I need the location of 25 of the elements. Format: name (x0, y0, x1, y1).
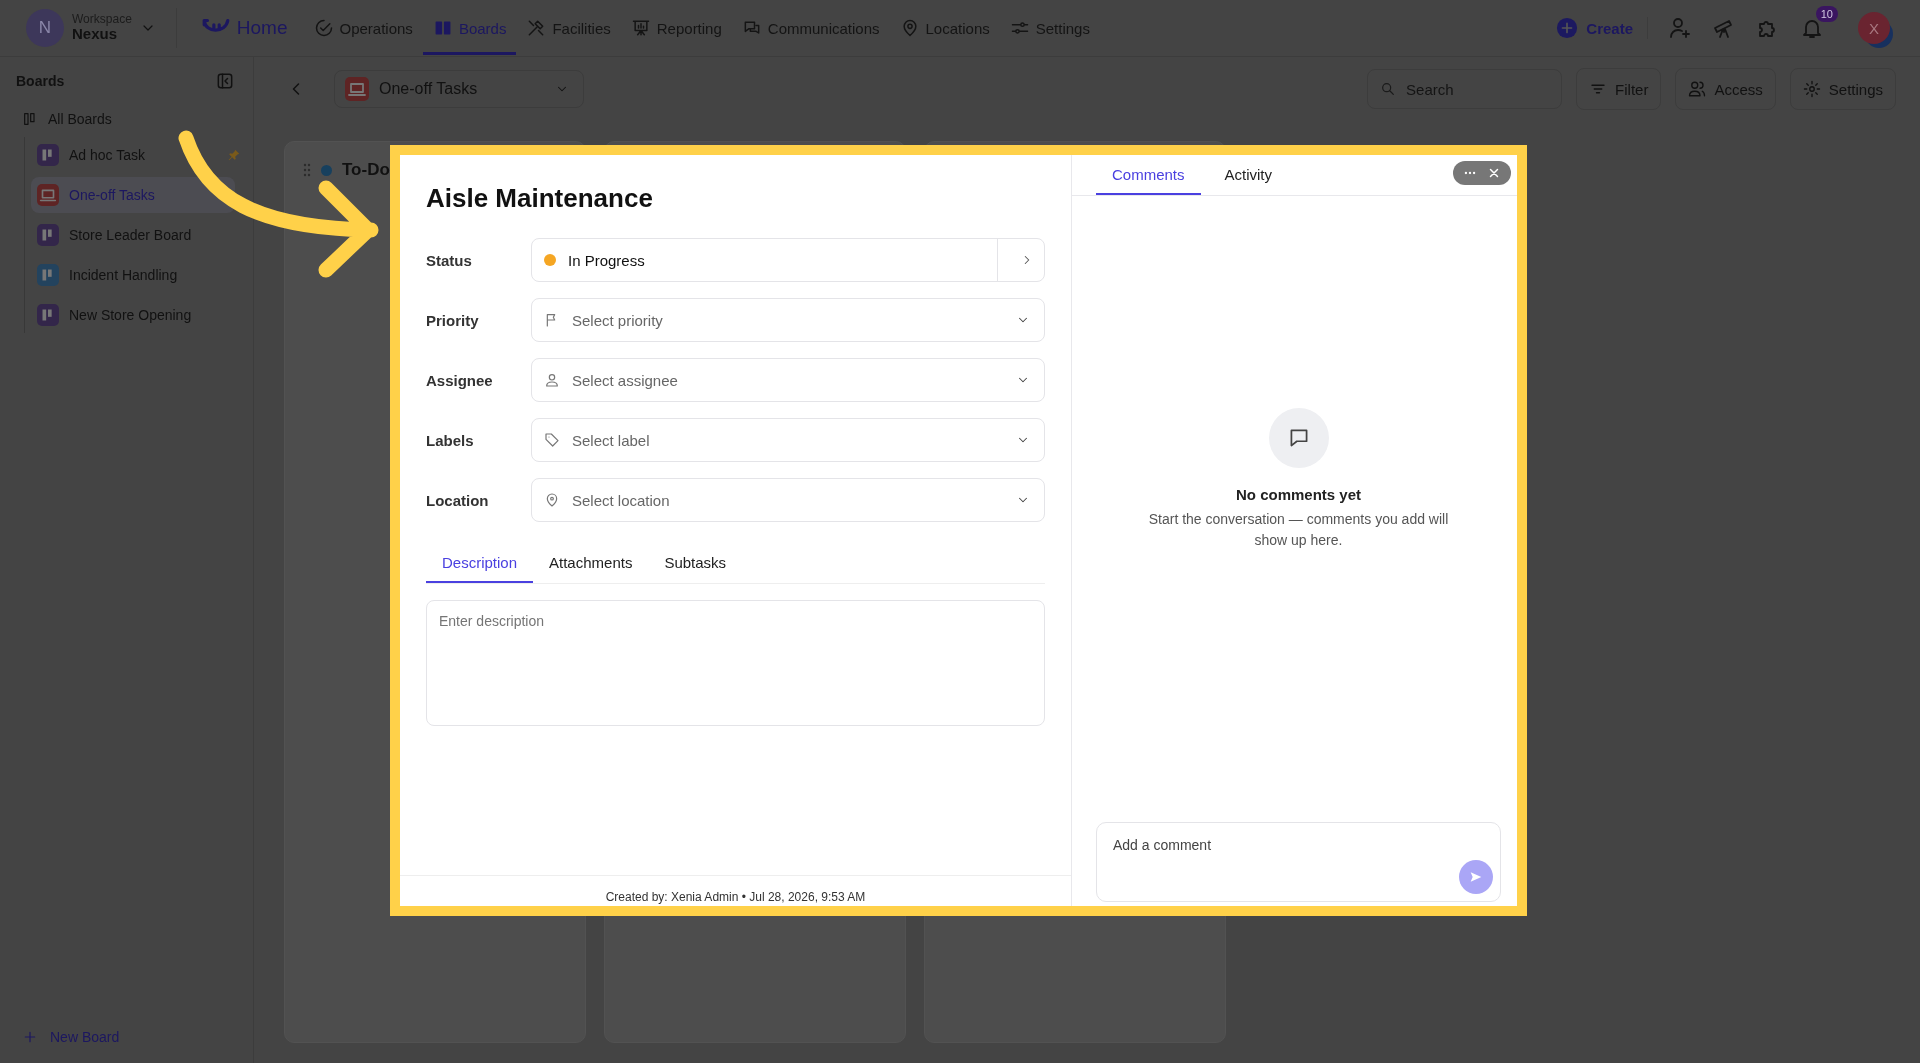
field-label: Assignee (426, 371, 494, 389)
tab[interactable]: Activity (1208, 155, 1289, 195)
select-field[interactable]: Select assignee (531, 358, 1045, 402)
status-select[interactable]: In Progress (531, 238, 1045, 282)
field-label: Priority (426, 311, 480, 329)
column-title: To-Do (342, 160, 390, 180)
select-field[interactable]: Select location (531, 478, 1045, 522)
tab[interactable]: Attachments (533, 544, 649, 583)
tab[interactable]: Comments (1096, 155, 1201, 195)
notification-count: 10 (1815, 6, 1838, 22)
tab[interactable]: Description (426, 544, 534, 583)
select-field[interactable]: Select label (531, 418, 1045, 462)
select-field[interactable]: Select priority (531, 298, 1045, 342)
field-label: Location (426, 491, 490, 509)
comment-field[interactable]: Add a comment (1096, 822, 1501, 902)
empty-text: Start the conversation — comments you add will show up here. (1147, 509, 1450, 550)
workspace-avatar[interactable]: N (26, 9, 64, 47)
description-field[interactable]: Enter description (426, 600, 1045, 726)
empty-title: No comments yet (1235, 485, 1361, 503)
tab[interactable]: Subtasks (648, 544, 743, 583)
field-label: Status (426, 251, 473, 269)
field-label: Labels (426, 431, 475, 449)
created-info: Created by: Xenia Admin • Jul 28, 2026, 9:53 AM (605, 890, 866, 904)
user-avatar[interactable]: X (1858, 12, 1890, 44)
task-title: Aisle Maintenance (426, 183, 654, 214)
